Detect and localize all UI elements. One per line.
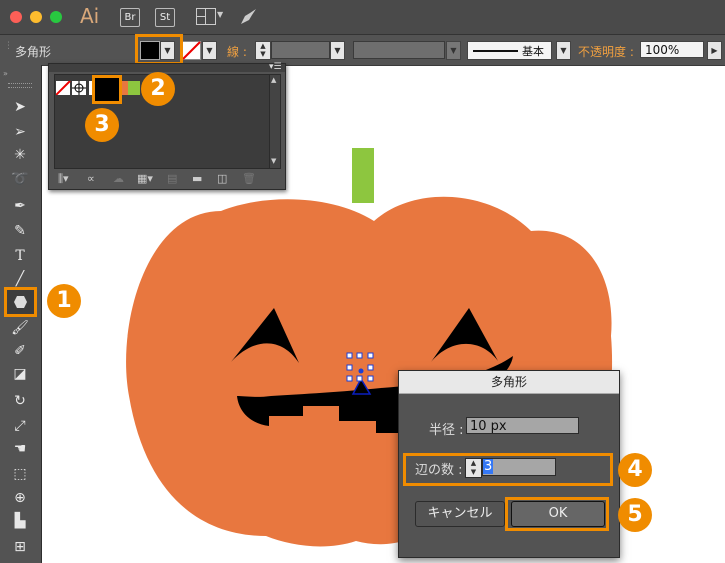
callout-badge-2: 2 — [141, 72, 175, 106]
stroke-weight-stepper[interactable]: ▲ ▼ — [255, 41, 271, 60]
tool-name: 多角形 — [15, 45, 52, 59]
callout-highlight-4 — [403, 453, 613, 486]
control-bar: ⋮ 多角形 ▼ ▼ 線 : ▲ ▼ ▼ ▼ 基本 ▼ 不透明度 : 100% ▶ — [0, 34, 725, 66]
callout-badge-4: 4 — [618, 453, 652, 487]
black-swatch[interactable] — [92, 75, 122, 104]
chevron-down-icon[interactable]: ▼ — [217, 10, 223, 19]
delete-swatch-icon: 🗑 — [242, 172, 256, 185]
profile-dropdown[interactable]: ▼ — [446, 41, 461, 60]
selection-tool-icon[interactable]: ➤ — [6, 96, 34, 118]
green-swatch[interactable] — [128, 81, 140, 95]
swatch-kind-icon[interactable]: ∝ — [87, 172, 95, 185]
type-tool-icon[interactable]: T — [6, 245, 34, 267]
scroll-down-icon[interactable]: ▼ — [271, 157, 276, 165]
artboard-tool-icon[interactable]: ⊞ — [6, 536, 34, 558]
opacity-dropdown[interactable]: ▶ — [707, 41, 722, 60]
bridge-button[interactable]: Br — [120, 8, 140, 27]
opacity-label: 不透明度 : — [578, 45, 634, 59]
brush-dropdown[interactable]: ▼ — [556, 41, 571, 60]
panel-grip[interactable] — [8, 83, 32, 88]
callout-badge-3: 3 — [85, 108, 119, 142]
swatches-footer: ⫼▾ ∝ ☁ ▦▾ ▤ ▬ ◫ 🗑 — [49, 170, 285, 189]
column-graph-tool-icon[interactable]: ▙ — [6, 510, 34, 532]
pumpkin-stem — [352, 148, 374, 203]
blob-brush-tool-icon[interactable]: ✐ — [6, 340, 34, 362]
scroll-up-icon[interactable]: ▲ — [271, 76, 276, 84]
polygon-tool-icon[interactable] — [4, 287, 37, 317]
rotate-tool-icon[interactable]: ↻ — [6, 390, 34, 412]
new-color-group-icon[interactable]: ▬ — [192, 172, 202, 185]
swatch-scrollbar[interactable]: ▲ ▼ — [269, 74, 281, 169]
show-kind-menu-icon[interactable]: ▦▾ — [137, 172, 153, 185]
new-swatch-icon[interactable]: ◫ — [217, 172, 227, 185]
callout-highlight-2 — [135, 34, 183, 65]
panel-menu-icon[interactable]: ▾☰ — [269, 62, 282, 72]
magic-wand-tool-icon[interactable]: ✳ — [6, 144, 34, 166]
panel-header: ▾☰ — [49, 62, 285, 72]
stroke-weight-input[interactable] — [271, 41, 330, 59]
collapse-panel-icon[interactable]: » — [3, 69, 8, 78]
stroke-dropdown[interactable]: ▼ — [202, 41, 217, 60]
arrange-documents-icon[interactable] — [196, 8, 216, 25]
tools-panel: » ➤ ➢ ✳ ➰ ✒ ✎ T ╱ 🖌 ✐ ◪ ↻ ⤢ ☚ ⬚ ⊕ ▙ ⊞ — [0, 65, 42, 563]
minimize-window-button[interactable] — [30, 11, 42, 23]
grip-icon: ⋮ — [4, 41, 13, 51]
callout-badge-1: 1 — [47, 284, 81, 318]
eraser-tool-icon[interactable]: ◪ — [6, 363, 34, 385]
cloud-library-icon: ☁ — [113, 172, 124, 185]
opacity-input[interactable]: 100% — [640, 41, 704, 58]
radius-input[interactable]: 10 px — [466, 417, 579, 434]
app-logo: Ai — [80, 4, 100, 28]
callout-badge-5: 5 — [618, 498, 652, 532]
stock-button[interactable]: St — [155, 8, 175, 27]
scale-tool-icon[interactable]: ⤢ — [6, 415, 34, 437]
stroke-label: 線 : — [227, 45, 247, 59]
close-window-button[interactable] — [10, 11, 22, 23]
swatch-libraries-icon[interactable]: ⫼▾ — [58, 172, 69, 186]
swatch-options-icon: ▤ — [167, 172, 178, 185]
gpu-performance-icon[interactable] — [238, 7, 258, 27]
brush-label: 基本 — [522, 45, 544, 58]
polygon-dialog: 多角形 半径 : 10 px 辺の数 : ▲ ▼ 3 キャンセル OK — [398, 370, 620, 558]
none-and-registration-swatches[interactable] — [56, 81, 88, 95]
paintbrush-tool-icon[interactable]: 🖌 — [6, 317, 34, 339]
dialog-title: 多角形 — [399, 371, 619, 394]
stroke-weight-dropdown[interactable]: ▼ — [330, 41, 345, 60]
brush-definition[interactable]: 基本 — [467, 41, 552, 60]
direct-selection-tool-icon[interactable]: ➢ — [6, 121, 34, 143]
variable-width-profile[interactable] — [353, 41, 445, 59]
stroke-none-icon[interactable] — [182, 41, 201, 60]
radius-label: 半径 : — [429, 423, 464, 438]
curvature-tool-icon[interactable]: ✎ — [6, 220, 34, 242]
title-bar: Ai Br St ▼ — [0, 0, 725, 35]
zoom-window-button[interactable] — [50, 11, 62, 23]
pen-tool-icon[interactable]: ✒ — [6, 195, 34, 217]
shape-builder-tool-icon[interactable]: ⊕ — [6, 487, 34, 509]
callout-highlight-5 — [505, 497, 609, 531]
cancel-button[interactable]: キャンセル — [415, 501, 505, 527]
warp-tool-icon[interactable]: ☚ — [6, 438, 34, 460]
free-transform-tool-icon[interactable]: ⬚ — [6, 463, 34, 485]
lasso-tool-icon[interactable]: ➰ — [6, 168, 34, 190]
